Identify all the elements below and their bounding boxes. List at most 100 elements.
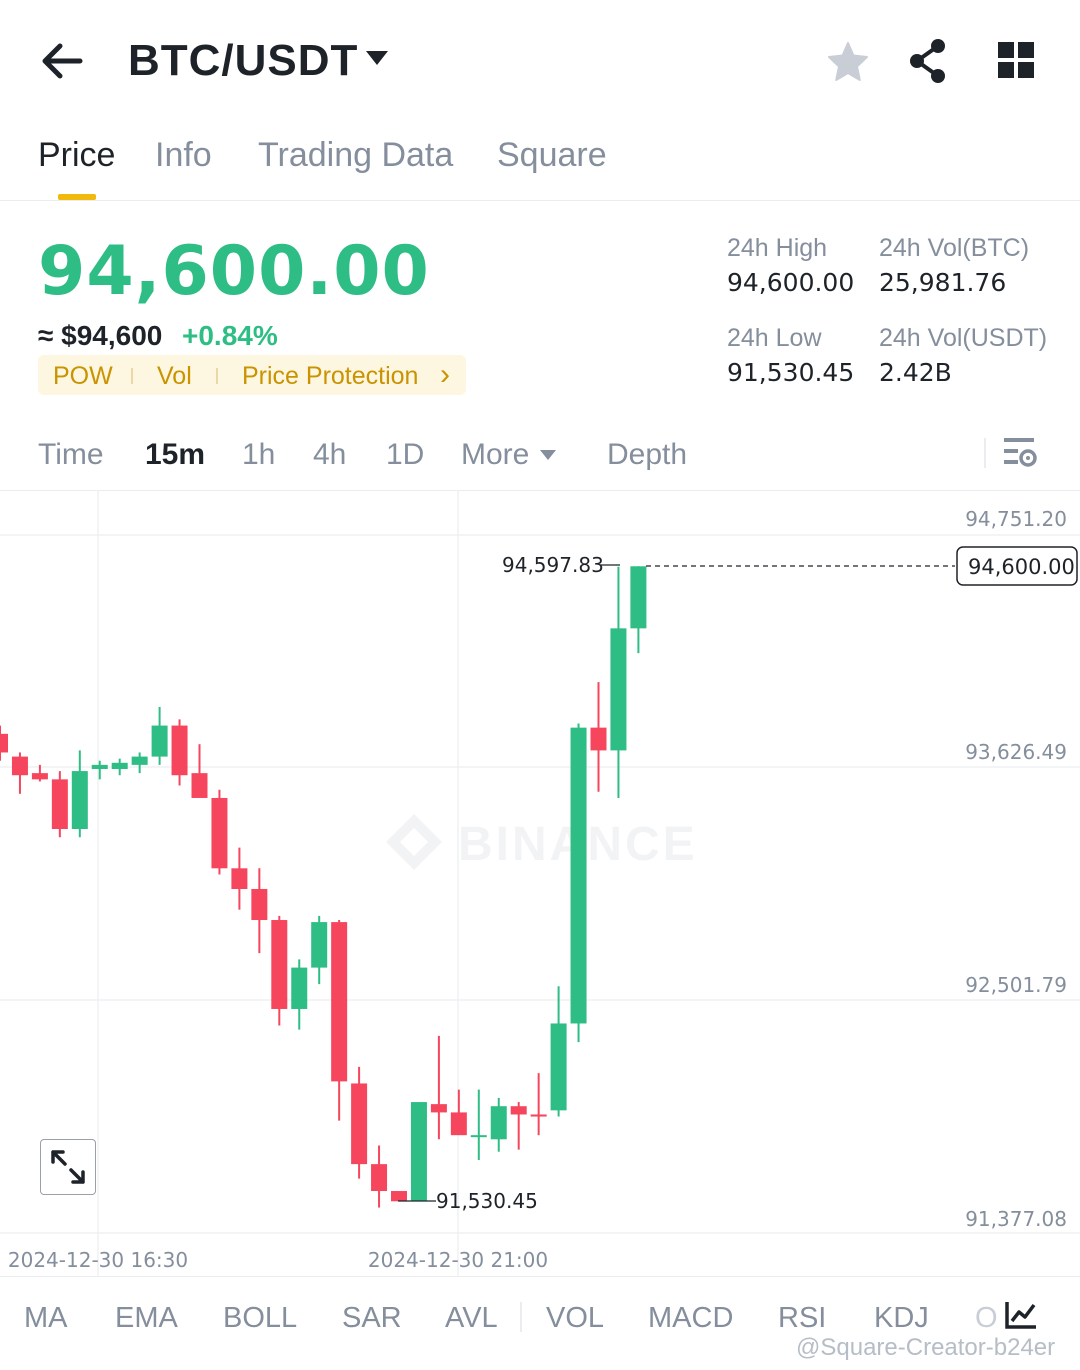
- caret-down-icon[interactable]: [539, 448, 557, 466]
- current-price-label: 94,600.00: [968, 555, 1075, 579]
- time-axis-label: 2024-12-30 21:00: [368, 1248, 548, 1272]
- indicator-settings-icon[interactable]: [1004, 1300, 1038, 1335]
- tag-separator: [216, 368, 218, 384]
- share-icon[interactable]: [906, 38, 950, 89]
- candle-down: [371, 1164, 388, 1192]
- candle-up: [311, 922, 328, 968]
- tf-1d[interactable]: 1D: [386, 438, 424, 472]
- tab-price[interactable]: Price: [38, 136, 115, 175]
- candle-down: [510, 1106, 527, 1115]
- indicator-macd[interactable]: MACD: [648, 1302, 733, 1335]
- candle-down: [171, 725, 188, 776]
- indicator-ema[interactable]: EMA: [115, 1302, 178, 1335]
- candle-down: [391, 1191, 407, 1202]
- stat-low-value: 91,530.45: [727, 358, 855, 387]
- tag-price-protection[interactable]: Price Protection: [242, 362, 418, 391]
- low-marker-label: 91,530.45: [436, 1189, 538, 1213]
- tf-4h[interactable]: 4h: [313, 438, 346, 472]
- candle-down: [590, 727, 607, 751]
- arrow-left-icon: [42, 43, 83, 79]
- candle-down: [31, 773, 48, 780]
- tf-more[interactable]: More: [461, 438, 529, 472]
- candle-down: [231, 868, 248, 889]
- fullscreen-button[interactable]: [40, 1139, 96, 1195]
- star-icon[interactable]: [826, 40, 870, 89]
- candle-down: [51, 779, 68, 830]
- divider: [520, 1302, 522, 1332]
- stat-vol-btc-value: 25,981.76: [879, 268, 1007, 297]
- top-bar: BTC/USDT: [0, 0, 1080, 120]
- stat-high-label: 24h High: [727, 234, 828, 262]
- time-axis-label: 2024-12-30 16:30: [8, 1248, 188, 1272]
- candles: [0, 566, 647, 1208]
- price-axis-label: 94,751.20: [965, 507, 1067, 531]
- candle-up: [630, 566, 647, 629]
- chart-settings-icon[interactable]: [1002, 436, 1038, 475]
- back-button[interactable]: [36, 38, 88, 84]
- tf-depth[interactable]: Depth: [607, 438, 687, 472]
- candle-up: [151, 725, 168, 757]
- candle-up: [71, 771, 88, 830]
- divider: [0, 1276, 1080, 1277]
- stat-high-value: 94,600.00: [727, 268, 855, 297]
- price-axis-label: 91,377.08: [965, 1207, 1067, 1231]
- creator-watermark: @Square-Creator-b24er: [796, 1334, 1056, 1361]
- candle-up: [91, 764, 108, 770]
- candle-up: [550, 1023, 567, 1111]
- stat-vol-usdt-value: 2.42B: [879, 358, 952, 387]
- chart-grid: [0, 490, 1080, 1276]
- indicator-more[interactable]: O: [975, 1302, 998, 1335]
- indicator-rsi[interactable]: RSI: [778, 1302, 826, 1335]
- candle-down: [450, 1112, 467, 1136]
- candle-down: [11, 756, 28, 776]
- price-axis-label: 93,626.49: [965, 740, 1067, 764]
- grid-icon[interactable]: [998, 42, 1034, 83]
- stat-vol-usdt-label: 24h Vol(USDT): [879, 324, 1048, 352]
- candle-down: [430, 1104, 447, 1113]
- pair-title[interactable]: BTC/USDT: [128, 36, 358, 86]
- tag-pow[interactable]: POW: [53, 362, 113, 391]
- chevron-right-icon[interactable]: ›: [440, 358, 450, 392]
- candle-down: [271, 920, 288, 1009]
- candle-up: [570, 727, 587, 1024]
- candle-down: [530, 1114, 547, 1117]
- candle-up: [131, 756, 148, 765]
- divider: [984, 438, 986, 468]
- indicator-ma[interactable]: MA: [24, 1302, 68, 1335]
- candle-up: [610, 628, 627, 751]
- tf-1h[interactable]: 1h: [242, 438, 275, 472]
- candle-up: [470, 1135, 487, 1138]
- tf-15m[interactable]: 15m: [145, 438, 205, 472]
- candle-up: [410, 1102, 427, 1202]
- indicator-vol[interactable]: VOL: [546, 1302, 604, 1335]
- price-change-percent: +0.84%: [182, 320, 278, 351]
- candle-down: [191, 773, 208, 798]
- candle-down: [211, 797, 228, 869]
- price-axis-label: 92,501.79: [965, 973, 1067, 997]
- candle-up: [111, 762, 128, 770]
- indicator-sar[interactable]: SAR: [342, 1302, 402, 1335]
- tab-trading-data[interactable]: Trading Data: [258, 136, 453, 175]
- candle-up: [490, 1106, 507, 1140]
- stat-low-label: 24h Low: [727, 324, 822, 352]
- tab-info[interactable]: Info: [155, 136, 212, 175]
- indicator-boll[interactable]: BOLL: [223, 1302, 297, 1335]
- tag-separator: [131, 368, 133, 384]
- binance-watermark: BINANCE: [386, 814, 695, 871]
- tf-time[interactable]: Time: [38, 438, 104, 472]
- candle-up: [291, 967, 308, 1009]
- divider: [0, 200, 1080, 201]
- indicator-kdj[interactable]: KDJ: [874, 1302, 929, 1335]
- candle-down: [0, 733, 8, 753]
- expand-icon: [51, 1150, 85, 1184]
- caret-down-icon[interactable]: [364, 48, 390, 68]
- candle-down: [331, 922, 348, 1082]
- stat-vol-btc-label: 24h Vol(BTC): [879, 234, 1030, 262]
- tag-vol[interactable]: Vol: [157, 362, 192, 391]
- candlestick-chart[interactable]: BINANCE 94,600.00 94,597.83 91,530.45 94…: [0, 490, 1080, 1276]
- indicator-avl[interactable]: AVL: [445, 1302, 498, 1335]
- tab-square[interactable]: Square: [497, 136, 607, 175]
- candle-down: [251, 888, 268, 921]
- fiat-price: ≈ $94,600: [38, 320, 163, 351]
- last-price: 94,600.00: [38, 232, 430, 311]
